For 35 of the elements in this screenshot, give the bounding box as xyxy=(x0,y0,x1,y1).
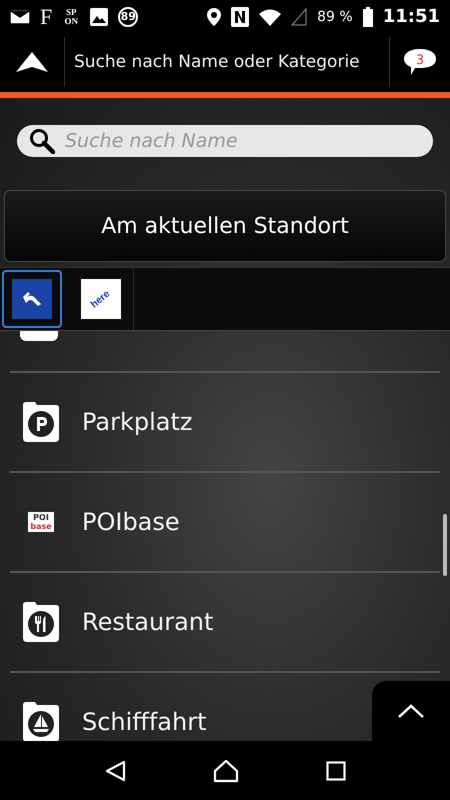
poibase-logo: POI base xyxy=(28,512,54,532)
notification-icon: 89 xyxy=(118,6,138,26)
provider-tab[interactable]: here xyxy=(68,268,134,330)
notification-icon: F xyxy=(40,6,52,28)
mail-icon xyxy=(10,10,30,24)
recents-button[interactable] xyxy=(326,761,346,781)
provider-tab[interactable] xyxy=(2,270,62,328)
battery-icon xyxy=(362,6,373,26)
category-label[interactable]: Restaurant xyxy=(72,608,214,636)
message-badge-icon[interactable]: 3 xyxy=(403,46,437,76)
notification-icon: SP ON xyxy=(62,8,80,26)
category-label[interactable]: POIbase xyxy=(72,508,180,536)
fork-knife-icon xyxy=(21,602,61,642)
search-field[interactable]: Suche nach Name xyxy=(17,125,433,157)
chevron-up-icon xyxy=(398,704,424,718)
image-icon xyxy=(90,8,108,26)
provider-logo xyxy=(12,279,52,319)
category-label[interactable]: Schifffahrt xyxy=(72,708,206,736)
signal-icon xyxy=(291,8,308,26)
category-icon xyxy=(20,331,58,341)
clock-time: 11:51 xyxy=(382,6,440,27)
back-button[interactable] xyxy=(104,760,126,782)
location-pin-icon xyxy=(207,8,222,26)
scrollbar xyxy=(443,514,447,576)
sailboat-icon xyxy=(21,702,61,741)
home-button[interactable] xyxy=(212,759,239,783)
nfc-icon xyxy=(231,6,250,26)
up-arrow-icon[interactable] xyxy=(16,52,48,72)
provider-logo: here xyxy=(80,279,120,319)
current-location-button[interactable]: Am aktuellen Standort xyxy=(4,190,446,262)
search-title[interactable]: Suche nach Name oder Kategorie xyxy=(65,52,389,72)
wifi-icon xyxy=(259,8,282,26)
parking-icon xyxy=(21,402,61,442)
battery-percent: 89 % xyxy=(317,8,353,24)
category-label[interactable]: Parkplatz xyxy=(72,408,192,436)
